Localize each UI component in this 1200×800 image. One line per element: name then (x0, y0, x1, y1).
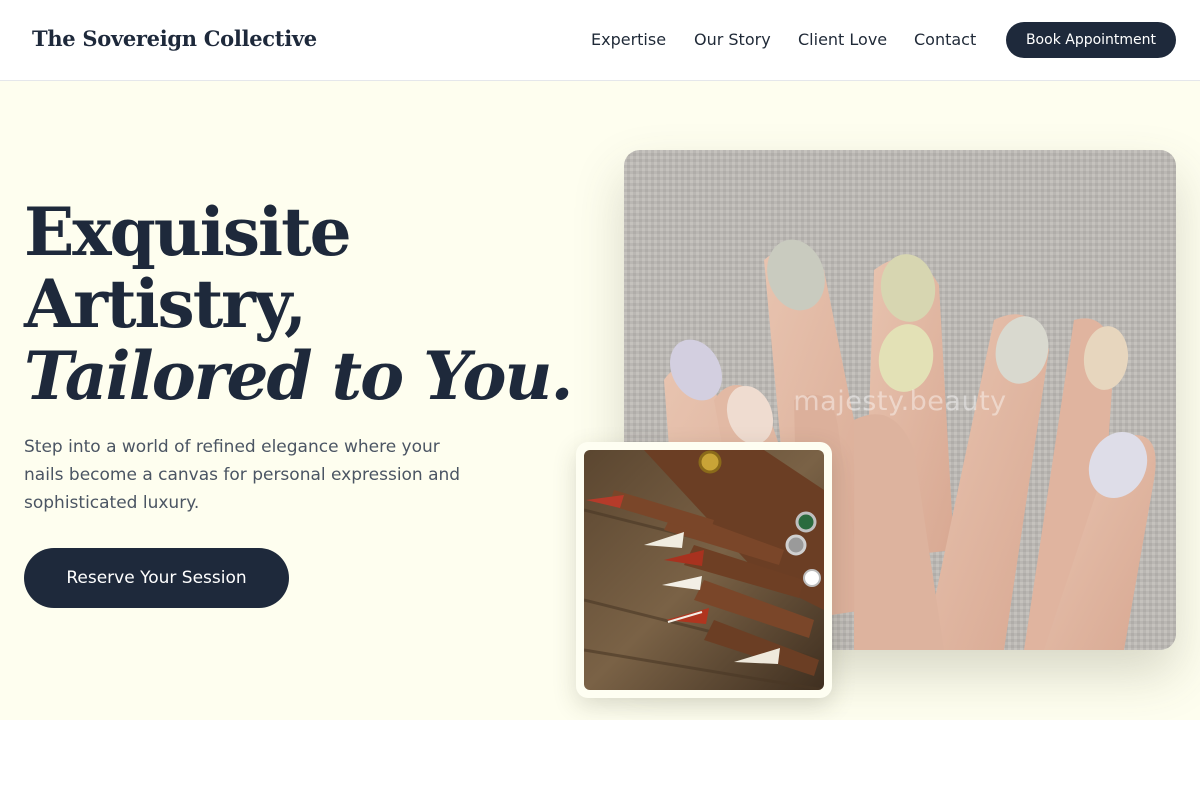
book-appointment-button[interactable]: Book Appointment (1006, 22, 1176, 58)
photo-watermark: majesty.beauty (793, 386, 1007, 417)
brand-logo[interactable]: The Sovereign Collective (32, 26, 317, 51)
headline-line-2: Artistry, (24, 265, 307, 343)
secondary-photo-frame (576, 442, 832, 698)
headline-line-3: Tailored to You. (24, 337, 573, 415)
below-hero-area (0, 720, 1200, 800)
nav-link-contact[interactable]: Contact (914, 30, 976, 49)
hero-section: Exquisite Artistry, Tailored to You. Ste… (0, 81, 1200, 720)
site-header: The Sovereign Collective Expertise Our S… (0, 0, 1200, 81)
nail-photo-red-art-illustration (584, 450, 824, 690)
hero-subtext: Step into a world of refined elegance wh… (24, 437, 461, 513)
nav-link-client-love[interactable]: Client Love (798, 30, 887, 49)
nav-link-expertise[interactable]: Expertise (591, 30, 666, 49)
hero-headline: Exquisite Artistry, Tailored to You. (24, 193, 573, 415)
nav-link-our-story[interactable]: Our Story (694, 30, 771, 49)
secondary-nail-photo (584, 450, 824, 690)
headline-line-1: Exquisite (24, 193, 352, 271)
reserve-session-button[interactable]: Reserve Your Session (24, 548, 289, 608)
